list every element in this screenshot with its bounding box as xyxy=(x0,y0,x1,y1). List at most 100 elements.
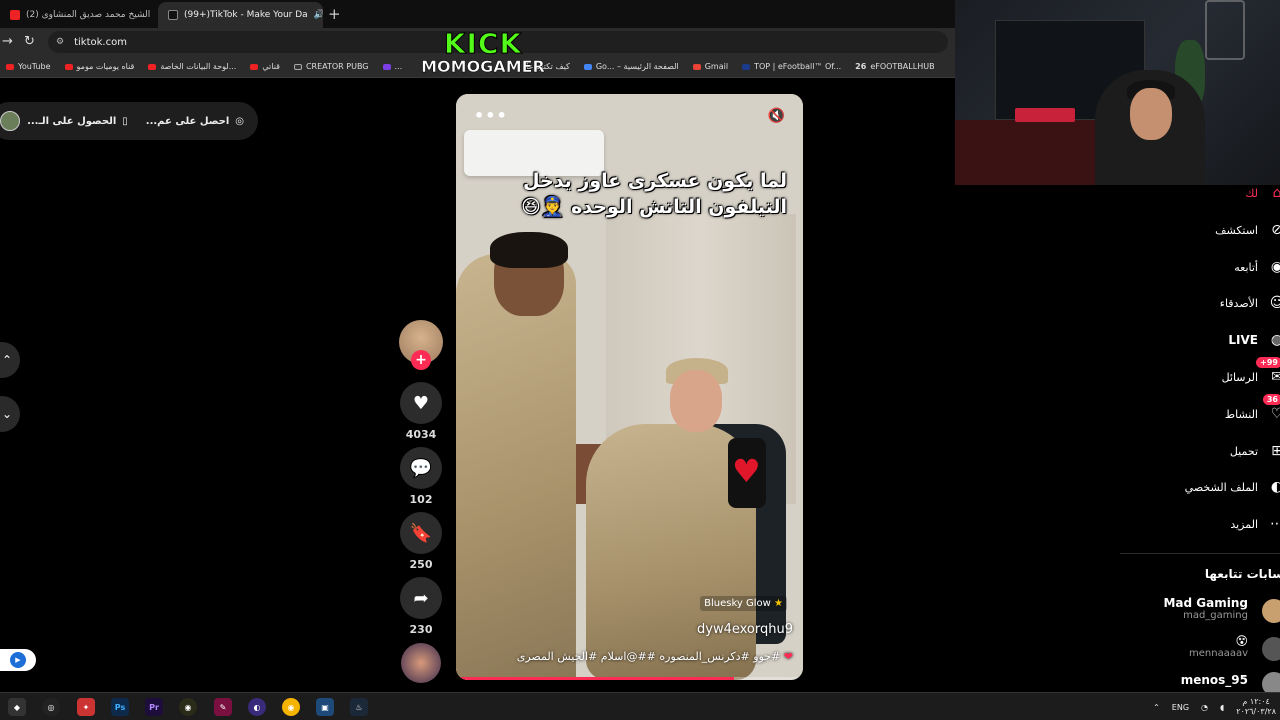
language-indicator[interactable]: ENG xyxy=(1172,703,1189,712)
forward-icon[interactable]: → xyxy=(2,34,13,49)
follow-plus-icon[interactable]: + xyxy=(411,350,431,370)
friends-icon: ☺ xyxy=(1269,295,1280,311)
avatar[interactable] xyxy=(1262,637,1280,661)
comment-button[interactable]: 💬 102 xyxy=(400,447,442,506)
photoshop-icon[interactable]: Ps xyxy=(111,698,129,716)
gmail-icon xyxy=(692,63,701,70)
caption-line: التيلفون التاتش الوحده 👮‍♂️😆 xyxy=(521,196,787,218)
messages-icon: ✉ xyxy=(1271,369,1280,385)
speaker-icon[interactable]: 🔊 xyxy=(314,10,323,20)
app-icon[interactable]: ◐ xyxy=(248,698,266,716)
save-count: 250 xyxy=(409,558,433,571)
volume-icon[interactable]: 🔇 xyxy=(768,108,785,124)
effect-label[interactable]: Bluesky Glow ★ xyxy=(700,596,787,611)
heart-sticker: ♥ xyxy=(732,452,761,490)
like-button[interactable]: ♥ 4034 xyxy=(400,382,442,441)
reload-icon[interactable]: ↻ xyxy=(24,34,35,49)
followed-account[interactable]: menos_95 xyxy=(1181,673,1248,687)
clock[interactable]: ١٢:٠٤ م ٢٠٢٦/٠٣/٢٨ xyxy=(1236,697,1276,717)
followed-account[interactable]: 😵 mennaaaav xyxy=(1189,634,1248,659)
premiere-icon[interactable]: Pr xyxy=(145,698,163,716)
app-icon[interactable]: ◉ xyxy=(179,698,197,716)
phone-icon: ▯ xyxy=(122,115,128,127)
next-video-button[interactable]: ⌄ xyxy=(0,396,20,432)
music-disc-icon[interactable] xyxy=(401,643,441,683)
progress-fill xyxy=(456,677,734,680)
share-button[interactable]: ➦ 230 xyxy=(400,577,442,636)
bookmark[interactable]: Gmail xyxy=(692,62,728,71)
video-player[interactable]: ♥ ••• 🔇 لما يكون عسكرى عاوز يدخل التيلفو… xyxy=(456,94,803,680)
share-icon: ➦ xyxy=(400,577,442,619)
app-icon[interactable]: ◎ xyxy=(42,698,60,716)
bookmark[interactable]: لوحة البيانات الخاصة... xyxy=(148,62,236,71)
app-icon[interactable]: ✦ xyxy=(77,698,95,716)
get-coins-link[interactable]: ◎ احصل على عم... xyxy=(146,116,244,127)
efootball-icon xyxy=(742,63,751,70)
bookmark[interactable]: CREATOR PUBG xyxy=(293,62,369,71)
sidebar-item-live[interactable]: ◍ LIVE xyxy=(1228,328,1280,352)
streamer-name: MOMOGAMER xyxy=(421,57,545,76)
new-tab-button[interactable]: + xyxy=(328,5,341,23)
bookmark[interactable]: TOP | eFootball™ Of... xyxy=(742,62,841,71)
efootballhub-icon: 26 xyxy=(855,62,867,71)
wifi-icon[interactable]: ◔ xyxy=(1201,703,1208,712)
bookmark[interactable]: قناتي xyxy=(250,62,280,71)
sidebar-item-explore[interactable]: ⊘ استكشف xyxy=(1215,218,1280,242)
steam-icon[interactable]: ♨ xyxy=(350,698,368,716)
browser-tab-1[interactable]: (2) الشيخ محمد صديق المنشاوى × xyxy=(0,2,155,28)
youtube-icon xyxy=(10,10,20,20)
webcam-frame xyxy=(1205,0,1245,60)
sidebar-item-following[interactable]: ◉ أتابعه xyxy=(1234,255,1280,279)
date: ٢٠٢٦/٠٣/٢٨ xyxy=(1236,707,1276,716)
bookmark[interactable]: Go... – الصفحة الرئيسية xyxy=(583,62,679,71)
save-button[interactable]: 🔖 250 xyxy=(400,512,442,571)
sidebar-item-activity[interactable]: ♡ النشاط 36 xyxy=(1225,394,1280,426)
like-count: 4034 xyxy=(405,428,437,441)
app-icon[interactable]: ▣ xyxy=(316,698,334,716)
sidebar-item-profile[interactable]: ◐ الملف الشخصي xyxy=(1185,475,1280,499)
following-accounts-heading: سابات تتابعها xyxy=(1204,567,1280,581)
video-description[interactable]: ❤ #جوو #دكرنس_المنصوره ##@اسلام #الجيش ا… xyxy=(517,650,793,663)
chevron-up-icon[interactable]: ⌃ xyxy=(1153,703,1160,712)
screen: (2) الشيخ محمد صديق المنشاوى × (99+)TikT… xyxy=(0,0,1280,720)
sidebar-item-foryou[interactable]: ⌂ لك xyxy=(1245,181,1280,205)
taskbar: ◆ ◎ ✦ Ps Pr ◉ ✎ ◐ ◉ ▣ ♨ ⌃ ENG ◔ ◖ ١٢:٠٤ … xyxy=(0,692,1280,720)
creator-icon xyxy=(293,63,302,70)
speaker-icon[interactable]: ◖ xyxy=(1220,703,1224,712)
followed-account[interactable]: Mad Gaming mad_gaming xyxy=(1163,596,1248,621)
bookmark[interactable]: 26 eFOOTBALLHUB xyxy=(855,62,934,71)
more-options-icon[interactable]: ••• xyxy=(474,106,508,125)
sidebar-item-more[interactable]: ⋯ المزيد xyxy=(1230,512,1280,536)
video-progress-bar[interactable] xyxy=(456,677,803,680)
star-icon: ★ xyxy=(774,598,783,609)
bookmark[interactable]: YouTube xyxy=(6,62,51,71)
bookmark-icon: 🔖 xyxy=(400,512,442,554)
youtube-icon xyxy=(148,63,157,70)
browser-tab-2[interactable]: (99+)TikTok - Make Your Da 🔊 × xyxy=(158,2,323,28)
chrome-icon[interactable]: ◉ xyxy=(282,698,300,716)
site-info-icon[interactable]: ⚙ xyxy=(56,37,64,47)
app-icon[interactable]: ✎ xyxy=(214,698,232,716)
youtube-icon xyxy=(250,63,259,70)
share-count: 230 xyxy=(409,623,433,636)
avatar[interactable] xyxy=(1262,599,1280,623)
video-frame xyxy=(456,254,576,680)
sidebar-item-friends[interactable]: ☺ الأصدقاء xyxy=(1220,291,1280,315)
floating-widget[interactable]: ▶ xyxy=(0,649,36,671)
bookmark[interactable]: قناه يوميات مومو xyxy=(64,62,134,71)
sidebar-item-messages[interactable]: ✉ الرسائل 99+ xyxy=(1222,357,1280,389)
more-icon: ⋯ xyxy=(1270,516,1280,532)
webcam-frame xyxy=(1130,88,1172,140)
messages-badge: 99+ xyxy=(1256,357,1280,368)
start-icon[interactable]: ◆ xyxy=(8,698,26,716)
avatar[interactable] xyxy=(0,111,20,131)
video-caption-overlay: لما يكون عسكرى عاوز يدخل التيلفون التاتش… xyxy=(487,168,787,220)
get-app-link[interactable]: ▯ الحصول على الـ... xyxy=(27,116,128,127)
following-icon: ◉ xyxy=(1270,259,1280,275)
activity-badge: 36 xyxy=(1262,394,1280,405)
tab-title: (99+)TikTok - Make Your Da xyxy=(184,10,308,20)
previous-video-button[interactable]: ⌃ xyxy=(0,342,20,378)
bookmark[interactable]: ... xyxy=(382,62,402,71)
video-username[interactable]: dyw4exorqhu9 xyxy=(697,622,793,637)
sidebar-item-upload[interactable]: ⊞ تحميل xyxy=(1230,439,1280,463)
